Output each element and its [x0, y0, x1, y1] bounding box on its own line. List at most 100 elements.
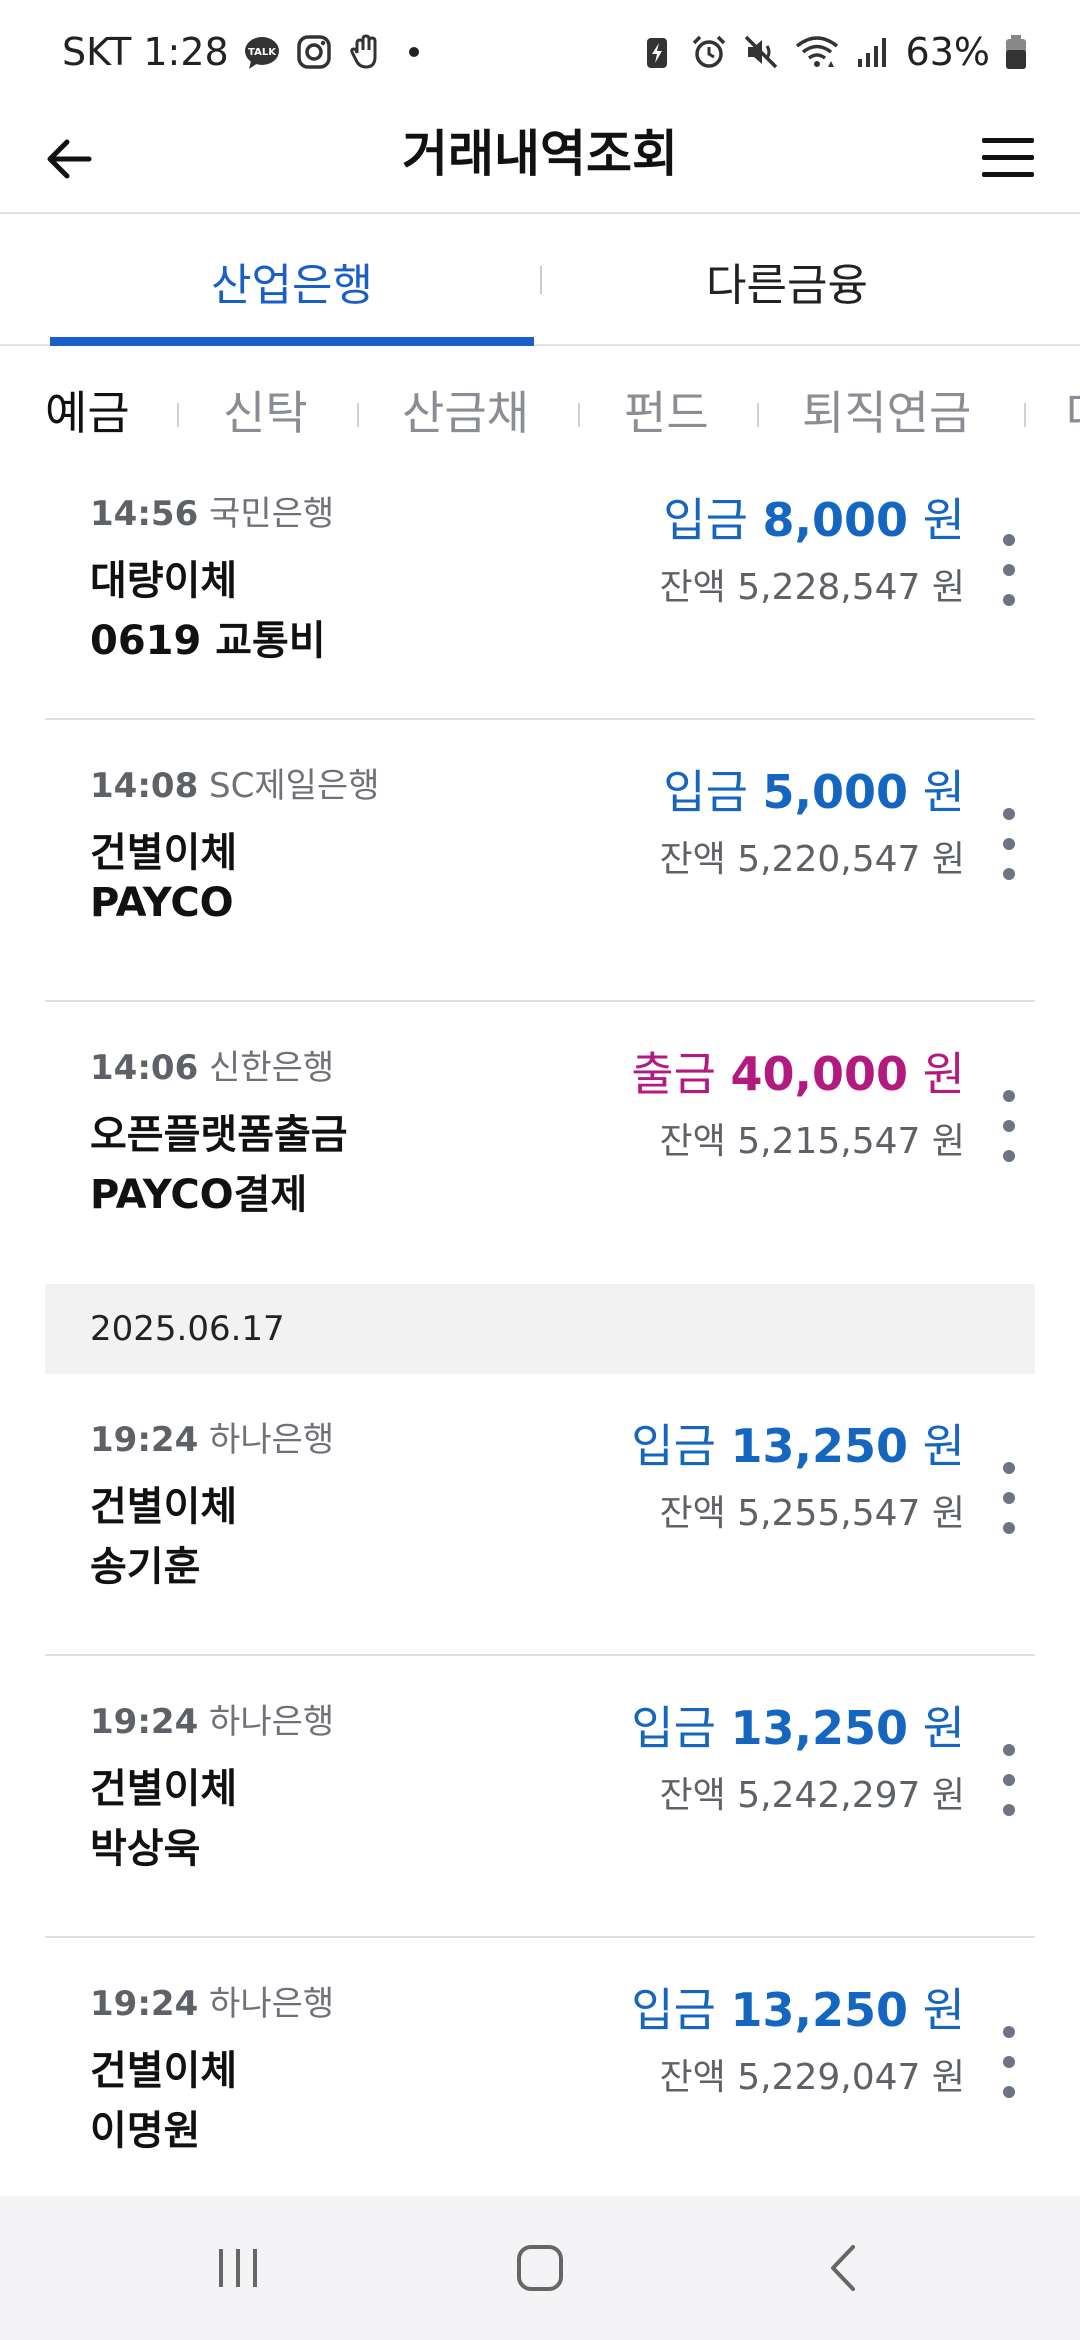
transaction-row[interactable]: 14:08 SC제일은행 건별이체 PAYCO 입금 5,000 원 잔액 5,…: [45, 720, 1035, 1002]
transaction-balance: 잔액 5,215,547 원: [659, 1121, 965, 1162]
system-back-button[interactable]: [794, 2226, 894, 2310]
tab-kdb[interactable]: 산업은행: [50, 216, 534, 346]
transaction-row[interactable]: 14:06 신한은행 오픈플랫폼출금 PAYCO결제 출금 40,000 원 잔…: [45, 1002, 1035, 1284]
subtab-pension[interactable]: 퇴직연금: [802, 348, 971, 478]
transaction-balance: 잔액 5,220,547 원: [659, 839, 965, 880]
status-right: 63%: [638, 24, 1028, 80]
recents-icon: [219, 2249, 257, 2287]
transaction-meta: 19:24 하나은행: [90, 1976, 334, 2025]
system-nav-bar: [0, 2196, 1080, 2340]
amount-value: 8,000: [762, 493, 909, 547]
transaction-memo: 박상욱: [90, 1826, 201, 1872]
signal-icon: [857, 38, 886, 67]
subtab-divider: [1024, 403, 1026, 427]
hand-icon: [349, 34, 377, 69]
transaction-meta: 14:56 국민은행: [90, 486, 334, 535]
transaction-amount: 출금 40,000 원: [631, 1038, 965, 1104]
back-icon: [831, 2245, 855, 2291]
page-title: 거래내역조회: [402, 125, 678, 183]
amount-value: 5,000: [762, 765, 909, 819]
hamburger-menu-icon: [982, 138, 1034, 177]
subtab-divider: [357, 403, 359, 427]
more-options-icon[interactable]: [989, 1462, 1029, 1534]
more-options-icon[interactable]: [989, 534, 1029, 606]
transaction-bank: 하나은행: [209, 1984, 335, 2024]
amount-unit: 원: [922, 1701, 965, 1755]
transaction-row[interactable]: 19:24 하나은행 건별이체 송기훈 입금 13,250 원 잔액 5,255…: [45, 1374, 1035, 1656]
transaction-balance: 잔액 5,229,047 원: [659, 2057, 965, 2098]
transaction-row[interactable]: 19:24 하나은행 건별이체 박상욱 입금 13,250 원 잔액 5,242…: [45, 1656, 1035, 1938]
transaction-meta: 14:08 SC제일은행: [90, 758, 380, 807]
battery-icon: [1006, 35, 1026, 69]
transaction-type-label: 오픈플랫폼출금: [90, 1112, 348, 1158]
transaction-balance: 잔액 5,228,547 원: [659, 567, 965, 608]
transaction-time: 14:56: [90, 494, 199, 534]
home-button[interactable]: [490, 2226, 590, 2310]
transaction-bank: 하나은행: [209, 1702, 335, 1742]
transaction-memo: 이명원: [90, 2108, 201, 2154]
transaction-bank: 신한은행: [209, 1048, 335, 1088]
transaction-time: 14:06: [90, 1048, 199, 1088]
app-header: 거래내역조회: [0, 100, 1080, 214]
amount-value: 13,250: [730, 1983, 909, 2037]
instagram-icon: [296, 35, 331, 69]
transaction-row[interactable]: 14:56 국민은행 대량이체 0619 교통비 입금 8,000 원 잔액 5…: [45, 478, 1035, 720]
home-icon: [517, 2245, 563, 2291]
transaction-amount: 입금 13,250 원: [631, 1692, 965, 1758]
amount-type: 입금: [663, 765, 748, 819]
more-options-icon[interactable]: [989, 2026, 1029, 2098]
notification-dot-icon: [408, 47, 419, 57]
amount-type: 입금: [631, 1419, 716, 1473]
wifi-icon: [795, 36, 838, 67]
battery-percent: 63%: [905, 30, 990, 74]
subtab-loan[interactable]: 대: [1066, 348, 1080, 478]
transaction-balance: 잔액 5,242,297 원: [659, 1775, 965, 1816]
status-left: SKT 1:28 TALK: [62, 24, 419, 80]
subtab-trust[interactable]: 신탁: [223, 348, 308, 478]
amount-unit: 원: [922, 1983, 965, 2037]
amount-type: 입금: [631, 1701, 716, 1755]
transaction-type-label: 대량이체: [90, 558, 238, 604]
subtab-divider: [757, 403, 759, 427]
transaction-memo: PAYCO결제: [90, 1172, 308, 1218]
transaction-amount: 입금 5,000 원: [663, 756, 965, 822]
transaction-list: 14:56 국민은행 대량이체 0619 교통비 입금 8,000 원 잔액 5…: [45, 478, 1035, 2220]
battery-saver-icon: [646, 38, 667, 68]
amount-value: 13,250: [730, 1419, 909, 1473]
transaction-type-label: 건별이체: [90, 1484, 238, 1530]
more-options-icon[interactable]: [989, 808, 1029, 880]
transaction-memo: 송기훈: [90, 1544, 201, 1590]
subtab-divider: [578, 403, 580, 427]
transaction-memo: 0619 교통비: [90, 618, 326, 664]
recents-button[interactable]: [188, 2226, 288, 2310]
transaction-meta: 19:24 하나은행: [90, 1412, 334, 1461]
amount-type: 출금: [631, 1047, 716, 1101]
transaction-time: 19:24: [90, 1984, 199, 2024]
subtab-divider: [177, 403, 179, 427]
amount-unit: 원: [922, 765, 965, 819]
main-tabs: 산업은행 다른금융: [0, 216, 1080, 346]
tab-divider: [540, 266, 542, 294]
amount-value: 40,000: [730, 1047, 909, 1101]
transaction-memo: PAYCO: [90, 880, 234, 926]
subtab-deposit[interactable]: 예금: [45, 348, 130, 478]
tab-other-finance[interactable]: 다른금융: [560, 216, 1014, 346]
date-header: 2025.06.17: [45, 1284, 1035, 1374]
alarm-icon: [692, 35, 725, 68]
talk-icon: TALK: [244, 37, 279, 69]
more-options-icon[interactable]: [989, 1744, 1029, 1816]
amount-unit: 원: [922, 493, 965, 547]
sub-tabs: 예금 신탁 산금채 펀드 퇴직연금 대: [0, 348, 1080, 478]
amount-unit: 원: [922, 1047, 965, 1101]
more-options-icon[interactable]: [989, 1090, 1029, 1162]
transaction-row[interactable]: 19:24 하나은행 건별이체 이명원 입금 13,250 원 잔액 5,229…: [45, 1938, 1035, 2220]
amount-type: 입금: [631, 1983, 716, 2037]
transaction-time: 19:24: [90, 1702, 199, 1742]
menu-button[interactable]: [972, 122, 1044, 194]
subtab-bond[interactable]: 산금채: [402, 348, 529, 478]
active-tab-indicator: [50, 337, 534, 346]
transaction-meta: 19:24 하나은행: [90, 1694, 334, 1743]
subtab-fund[interactable]: 펀드: [624, 348, 709, 478]
mute-icon: [744, 35, 777, 69]
transaction-type-label: 건별이체: [90, 1766, 238, 1812]
